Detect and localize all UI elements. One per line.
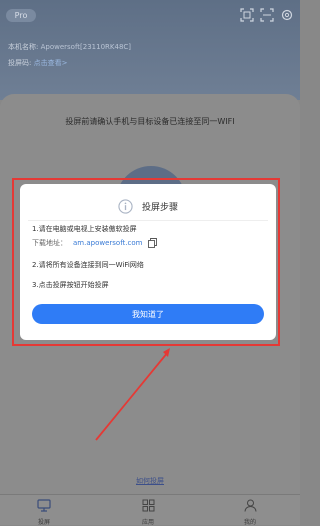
got-it-button[interactable]: 我知道了	[32, 304, 264, 324]
dialog-title: 投屏步骤	[142, 203, 179, 213]
download-label: 下载地址：	[32, 239, 67, 247]
copy-icon[interactable]	[147, 238, 157, 248]
info-icon	[118, 199, 133, 214]
step-3: 3.点击投屏按钮开始投屏	[32, 281, 109, 289]
dialog-header: 投屏步骤	[20, 196, 276, 214]
cast-steps-dialog: 投屏步骤 1.请在电脑或电视上安装傲软投屏 下载地址： am.apowersoft…	[20, 184, 276, 340]
step-2: 2.请将所有设备连接到同一WiFi网络	[32, 261, 144, 269]
step-1: 1.请在电脑或电视上安装傲软投屏	[32, 225, 137, 233]
dialog-divider	[28, 220, 268, 221]
download-url-link[interactable]: am.apowersoft.com	[73, 239, 142, 247]
download-row: 下载地址： am.apowersoft.com	[32, 238, 157, 248]
